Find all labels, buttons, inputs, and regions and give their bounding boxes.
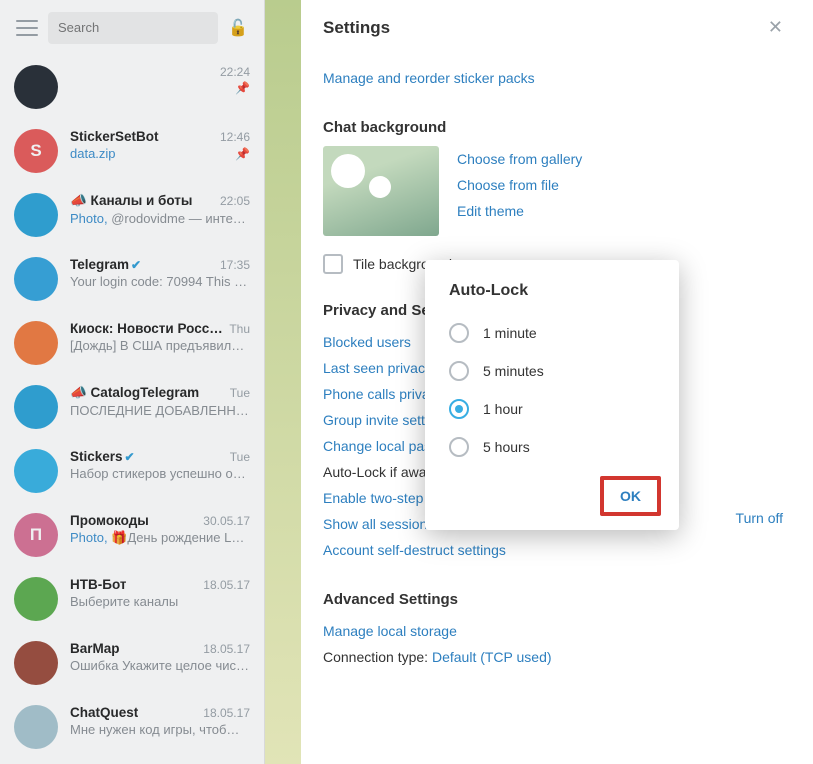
- chat-item[interactable]: 📣 Каналы и боты 22:05 Photo, @rodovidme — …: [0, 183, 264, 247]
- ok-button[interactable]: OK: [606, 482, 655, 510]
- connection-type-row[interactable]: Connection type: Default (TCP used): [323, 644, 791, 670]
- chat-preview: Your login code: 70994 This c…: [70, 274, 250, 289]
- avatar: [14, 385, 58, 429]
- chat-preview: Photo, @rodovidme — инте…: [70, 211, 246, 226]
- settings-title: Settings: [323, 18, 390, 38]
- chat-preview: Ошибка Укажите целое чис…: [70, 658, 249, 673]
- chat-time: Tue: [230, 386, 250, 400]
- chat-time: 18.05.17: [203, 642, 250, 656]
- section-advanced: Advanced Settings: [323, 591, 791, 608]
- autolock-option[interactable]: 1 minute: [443, 314, 661, 352]
- search-field-wrap[interactable]: [48, 12, 218, 44]
- radio-icon: [449, 399, 469, 419]
- autolock-option[interactable]: 5 minutes: [443, 352, 661, 390]
- pin-icon: 📌: [235, 147, 250, 161]
- radio-label: 1 minute: [483, 325, 537, 341]
- chat-name: НТВ-Бот: [70, 577, 126, 592]
- tile-background-checkbox[interactable]: [323, 254, 343, 274]
- chat-time: 22:05: [220, 194, 250, 208]
- chat-name: Stickers✔: [70, 449, 135, 464]
- chat-name: 📣 CatalogTelegram: [70, 385, 199, 401]
- verified-icon: ✔: [131, 258, 141, 272]
- ok-button-highlight: OK: [600, 476, 661, 516]
- avatar: [14, 705, 58, 749]
- chat-item[interactable]: Stickers✔ Tue Набор стикеров успешно о…: [0, 439, 264, 503]
- chat-name: ChatQuest: [70, 705, 138, 720]
- chat-item[interactable]: Telegram✔ 17:35 Your login code: 70994 Thi…: [0, 247, 264, 311]
- choose-gallery-link[interactable]: Choose from gallery: [457, 146, 582, 172]
- chat-item[interactable]: S StickerSetBot 12:46 data.zip 📌: [0, 119, 264, 183]
- chat-item[interactable]: 22:24 📌: [0, 55, 264, 119]
- avatar: [14, 577, 58, 621]
- choose-file-link[interactable]: Choose from file: [457, 172, 582, 198]
- chat-preview: Выберите каналы: [70, 594, 178, 609]
- chat-time: 18.05.17: [203, 706, 250, 720]
- connection-value: Default (TCP used): [432, 649, 552, 665]
- chat-preview: Photo, 🎁День рождение L…: [70, 530, 244, 546]
- chat-name: Киоск: Новости России: [70, 321, 223, 336]
- close-icon[interactable]: ✕: [768, 17, 783, 38]
- radio-icon: [449, 361, 469, 381]
- connection-label: Connection type:: [323, 649, 432, 665]
- avatar: [14, 65, 58, 109]
- avatar: [14, 193, 58, 237]
- avatar: П: [14, 513, 58, 557]
- chat-time: 22:24: [220, 65, 250, 79]
- sidebar-header: 🔓: [0, 0, 264, 55]
- sidebar: 🔓 22:24 📌 S StickerSetBot 12:46 data.zip 📌 📣 Ка…: [0, 0, 265, 764]
- chat-preview: Набор стикеров успешно о…: [70, 466, 246, 481]
- radio-icon: [449, 437, 469, 457]
- autolock-option[interactable]: 5 hours: [443, 428, 661, 466]
- menu-icon[interactable]: [16, 20, 38, 36]
- chat-item[interactable]: НТВ-Бот 18.05.17 Выберите каналы: [0, 567, 264, 631]
- turn-off-link[interactable]: Turn off: [736, 510, 783, 526]
- chat-item[interactable]: 📣 CatalogTelegram Tue ПОСЛЕДНИЕ ДОБАВЛЕННЫ…: [0, 375, 264, 439]
- pin-icon: 📌: [235, 81, 250, 95]
- lock-icon[interactable]: 🔓: [228, 18, 248, 38]
- dialog-title: Auto-Lock: [449, 282, 661, 300]
- chat-preview: data.zip: [70, 146, 116, 161]
- radio-label: 1 hour: [483, 401, 523, 417]
- search-input[interactable]: [58, 20, 208, 35]
- verified-icon: ✔: [125, 450, 135, 464]
- chat-time: Thu: [229, 322, 250, 336]
- radio-label: 5 hours: [483, 439, 530, 455]
- radio-icon: [449, 323, 469, 343]
- chat-time: 30.05.17: [203, 514, 250, 528]
- chat-preview: ПОСЛЕДНИЕ ДОБАВЛЕННЫ…: [70, 403, 250, 418]
- chat-item[interactable]: Киоск: Новости России Thu [Дождь] В США пр…: [0, 311, 264, 375]
- chat-name: StickerSetBot: [70, 129, 159, 144]
- chat-name: BarMap: [70, 641, 120, 656]
- chat-time: 12:46: [220, 130, 250, 144]
- autolock-dialog: Auto-Lock 1 minute 5 minutes 1 hour 5 hours…: [425, 260, 679, 530]
- autolock-option[interactable]: 1 hour: [443, 390, 661, 428]
- chat-item[interactable]: П Промокоды 30.05.17 Photo, 🎁День рождение …: [0, 503, 264, 567]
- chat-name: 📣 Каналы и боты: [70, 193, 192, 209]
- section-chat-background: Chat background: [323, 119, 791, 136]
- chat-item[interactable]: ChatQuest 18.05.17 Мне нужен код игры, что…: [0, 695, 264, 759]
- manage-stickers-link[interactable]: Manage and reorder sticker packs: [323, 65, 791, 91]
- self-destruct-link[interactable]: Account self-destruct settings: [323, 537, 791, 563]
- chat-name: Промокоды: [70, 513, 149, 528]
- chat-time: 18.05.17: [203, 578, 250, 592]
- manage-storage-link[interactable]: Manage local storage: [323, 618, 791, 644]
- radio-label: 5 minutes: [483, 363, 544, 379]
- chat-time: Tue: [230, 450, 250, 464]
- chat-item[interactable]: BarMap 18.05.17 Ошибка Укажите целое чис…: [0, 631, 264, 695]
- background-thumbnail[interactable]: [323, 146, 439, 236]
- chat-list: 22:24 📌 S StickerSetBot 12:46 data.zip 📌 📣 Кана…: [0, 55, 264, 764]
- chat-preview: [Дождь] В США предъявил…: [70, 338, 244, 353]
- chat-name: Telegram✔: [70, 257, 141, 272]
- avatar: [14, 641, 58, 685]
- chat-background-strip: [265, 0, 301, 764]
- chat-time: 17:35: [220, 258, 250, 272]
- avatar: [14, 449, 58, 493]
- avatar: [14, 257, 58, 301]
- avatar: [14, 321, 58, 365]
- edit-theme-link[interactable]: Edit theme: [457, 198, 582, 224]
- chat-preview: Мне нужен код игры, чтоб…: [70, 722, 239, 737]
- avatar: S: [14, 129, 58, 173]
